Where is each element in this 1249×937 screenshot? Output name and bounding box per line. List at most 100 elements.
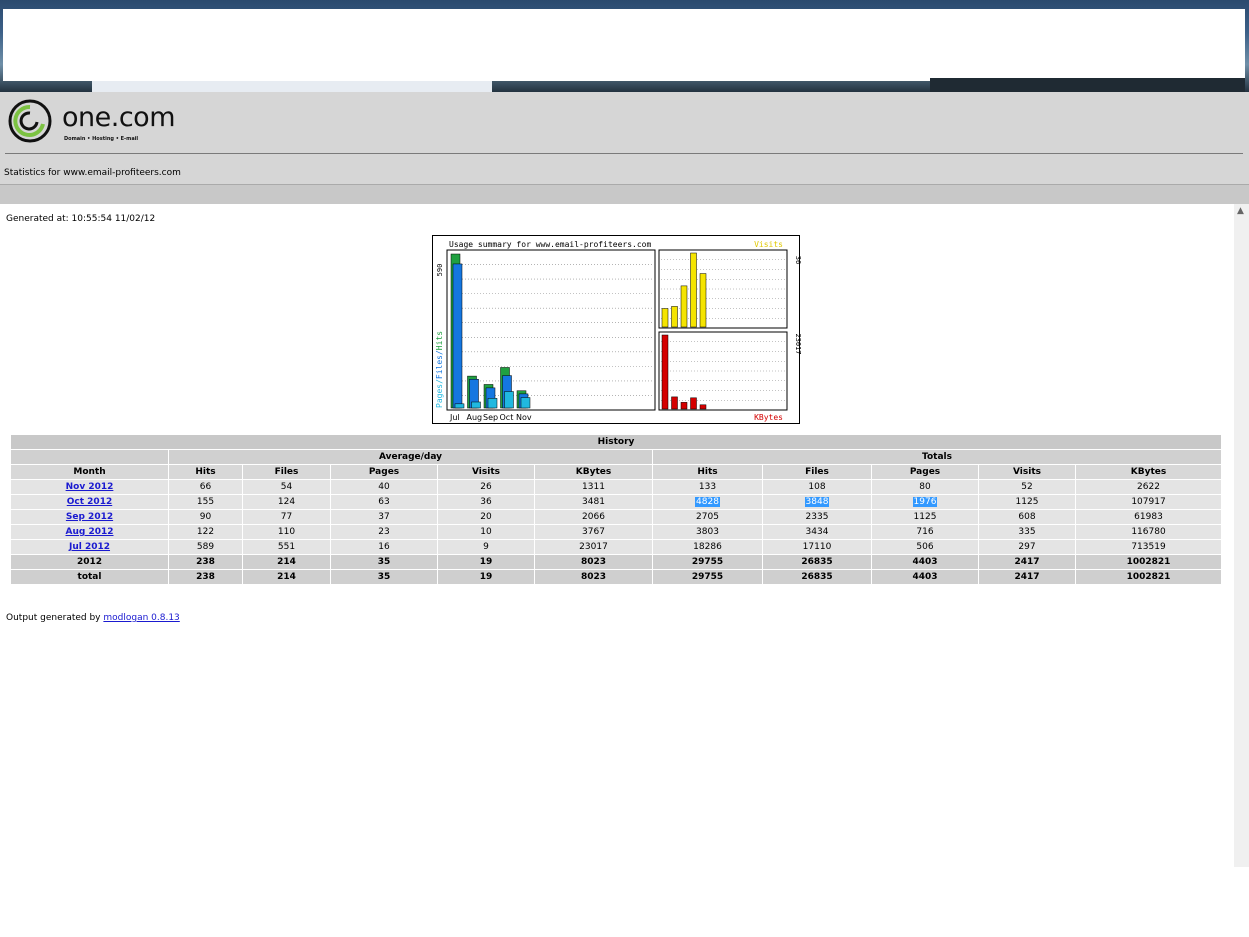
table-row: Sep 2012 90 77 37 20 2066 2705 2335 1125 608 61983 [11,510,1221,524]
summary-cell: 1002821 [1076,570,1221,584]
logo-text: one.com [62,102,176,133]
bar-visits [699,273,707,328]
summary-cell: total [11,570,168,584]
table-cell: 107917 [1076,495,1221,509]
summary-cell: 29755 [653,570,762,584]
summary-row: total 238 214 35 19 8023 29755 26835 4403 2417 100… [11,570,1221,584]
col-header-visits: Visits [979,465,1075,479]
col-header-hits: Hits [169,465,242,479]
table-row: Oct 2012 155 124 63 36 3481 4828 3848 1976 1125 10… [11,495,1221,509]
kbytes-chart-title: KBytes [754,413,783,422]
summary-cell: 8023 [535,570,652,584]
site-header: one.com Domain • Hosting • E-mail [0,92,1249,154]
summary-cell: 214 [243,570,330,584]
x-tick-label: Jul [449,413,460,422]
logo-ring-icon [8,99,52,143]
logo-tagline: Domain • Hosting • E-mail [64,136,139,142]
chart-title: Usage summary for www.email-profiteers.c… [449,240,651,249]
table-cell: 37 [331,510,437,524]
summary-cell: 238 [169,555,242,569]
col-header-hits: Hits [653,465,762,479]
month-link[interactable]: Nov 2012 [66,482,114,492]
table-cell: 52 [979,480,1075,494]
summary-cell: 35 [331,555,437,569]
summary-cell: 8023 [535,555,652,569]
month-link[interactable]: Oct 2012 [67,497,112,507]
bar-pages [454,403,465,409]
x-tick-label: Oct [500,413,514,422]
table-cell: 23 [331,525,437,539]
summary-cell: 35 [331,570,437,584]
usage-summary-chart: Usage summary for www.email-profiteers.c… [432,235,801,424]
summary-cell: 4403 [872,570,978,584]
bar-files [452,263,463,409]
summary-cell: 238 [169,570,242,584]
table-cell: 90 [169,510,242,524]
history-title: History [11,435,1221,449]
group-empty [11,450,168,464]
visits-chart-title: Visits [754,240,783,249]
visits-plot-frame [658,249,788,329]
bar-kbytes [661,334,669,410]
col-header-files: Files [763,465,871,479]
table-row: Aug 2012 122 110 23 10 3767 3803 3434 716 335 1167… [11,525,1221,539]
onecom-logo[interactable]: one.com Domain • Hosting • E-mail [7,98,187,148]
table-cell: 54 [243,480,330,494]
bar-visits [671,306,678,328]
month-link[interactable]: Sep 2012 [66,512,113,522]
browser-chrome [0,0,1249,92]
y-max-label: 590 [436,264,444,277]
bar-pages [504,391,514,409]
table-cell: 16 [331,540,437,554]
table-cell: 77 [243,510,330,524]
summary-cell: 19 [438,570,534,584]
scroll-up-arrow-icon[interactable]: ▲ [1237,206,1244,216]
bar-kbytes [680,402,688,410]
summary-cell: 26835 [763,570,871,584]
y-axis-label: Pages/Files/Hits [435,331,444,408]
table-cell: 40 [331,480,437,494]
table-cell: 133 [653,480,762,494]
table-cell: 1976 [872,495,978,509]
summary-cell: 29755 [653,555,762,569]
bar-pages [520,397,531,409]
table-cell: 3803 [653,525,762,539]
table-cell: 3848 [763,495,871,509]
usage-chart-svg: Usage summary for www.email-profiteers.c… [435,240,801,422]
table-cell: 110 [243,525,330,539]
bar-pages [487,398,498,409]
summary-cell: 4403 [872,555,978,569]
col-header-pages: Pages [331,465,437,479]
table-cell: 66 [169,480,242,494]
table-cell: 1125 [872,510,978,524]
menu-band [0,184,1249,205]
web-page: one.com Domain • Hosting • E-mail Statis… [0,92,1249,937]
table-cell: 20 [438,510,534,524]
x-tick-label: Nov [516,413,532,422]
month-cell: Nov 2012 [11,480,168,494]
month-link[interactable]: Aug 2012 [66,527,114,537]
table-cell: 23017 [535,540,652,554]
footer-prefix: Output generated by [6,613,104,623]
month-cell: Aug 2012 [11,525,168,539]
modlogan-link[interactable]: modlogan 0.8.13 [103,613,179,623]
address-bar[interactable] [92,81,492,92]
generated-timestamp: Generated at: 10:55:54 11/02/12 [6,214,156,224]
col-header-month: Month [11,465,168,479]
table-cell: 1311 [535,480,652,494]
col-header-files: Files [243,465,330,479]
table-cell: 61983 [1076,510,1221,524]
vertical-scrollbar[interactable]: ▲ [1234,204,1249,867]
window-overlay [3,9,1245,81]
table-cell: 713519 [1076,540,1221,554]
table-cell: 2705 [653,510,762,524]
table-cell: 589 [169,540,242,554]
table-cell: 63 [331,495,437,509]
bar-kbytes [671,396,678,410]
table-cell: 3434 [763,525,871,539]
summary-cell: 2417 [979,555,1075,569]
visits-max-label: 36 [794,256,801,264]
month-link[interactable]: Jul 2012 [69,542,110,552]
kbytes-plot-frame [658,331,788,411]
table-cell: 18286 [653,540,762,554]
